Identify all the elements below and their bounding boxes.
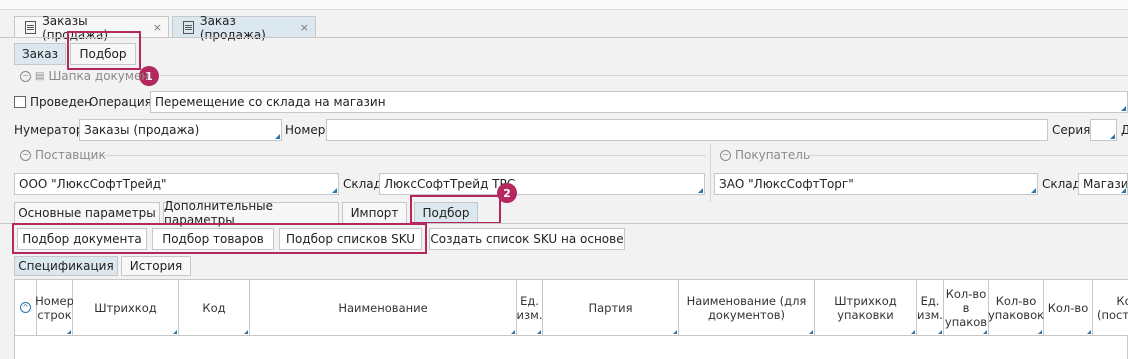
column-header-label: Кол-во (поставлено) <box>1097 293 1128 322</box>
header-group-label: Шапка докумен <box>48 69 150 83</box>
callout-frame-3 <box>12 223 427 254</box>
tab-order[interactable]: Заказ <box>14 43 66 65</box>
column-header-label: Партия <box>588 300 633 315</box>
supplier-warehouse-value: ЛюксСофтТрейд ТРС <box>384 177 516 191</box>
supplier-warehouse-field[interactable]: ЛюксСофтТрейд ТРС <box>379 173 705 195</box>
callout-badge-2: 2 <box>497 183 517 203</box>
callout-frame-2 <box>410 195 501 224</box>
column-header-label: Наименование <box>338 300 428 315</box>
operation-value: Перемещение со склада на магазин <box>155 95 386 109</box>
number-label: Номер <box>285 123 326 137</box>
buyer-warehouse-field[interactable]: Магазин <box>1078 173 1128 195</box>
column-header[interactable]: Ед. изм. <box>517 280 543 335</box>
list-icon <box>25 21 37 34</box>
column-header[interactable]: Код <box>179 280 250 335</box>
supplier-group-line <box>103 155 706 156</box>
tab-main-params-label: Основные параметры <box>18 206 156 220</box>
operation-field[interactable]: Перемещение со склада на магазин <box>150 91 1128 113</box>
column-header[interactable]: Номер строк <box>35 280 74 335</box>
expand-icon: ^ <box>20 302 31 313</box>
column-header[interactable]: Штрихкод <box>73 280 179 335</box>
numerator-field[interactable]: Заказы (продажа) <box>79 119 282 141</box>
column-header-label: Штрихкод <box>94 300 157 315</box>
column-header-label: Номер строк <box>35 293 74 322</box>
buyer-group-title[interactable]: − Покупатель <box>720 148 810 162</box>
collapse-icon[interactable]: − <box>720 149 731 161</box>
column-header[interactable]: Наименование (для документов) <box>679 280 815 335</box>
column-header-label: Наименование (для документов) <box>686 293 807 322</box>
posted-label: Проведен <box>30 95 92 109</box>
list-icon <box>183 21 194 34</box>
column-header-label: Кол-во <box>1047 300 1089 315</box>
supplier-warehouse-label: Склад <box>343 177 382 191</box>
buyer-value: ЗАО "ЛюксСофтТорг" <box>719 177 854 191</box>
column-header[interactable]: Наименование <box>250 280 517 335</box>
tab-import[interactable]: Импорт <box>342 202 407 224</box>
column-header-label: Ед. изм. <box>516 293 543 322</box>
column-header[interactable]: Штрихкод упаковки <box>815 280 917 335</box>
header-group-title[interactable]: − ▤ Шапка докумен <box>20 69 149 83</box>
posted-checkbox[interactable] <box>14 96 26 108</box>
collapse-icon[interactable]: − <box>20 149 31 161</box>
tab-specification[interactable]: Спецификация <box>14 256 118 276</box>
number-field[interactable] <box>326 119 1048 141</box>
create-sku-list-button[interactable]: Создать список SKU на основе <box>429 228 625 250</box>
groups-divider <box>710 144 711 202</box>
collapse-icon[interactable]: − <box>20 70 31 82</box>
header-group-line <box>160 75 1128 76</box>
operation-label: Операция <box>89 95 152 109</box>
series-label: Серия <box>1052 123 1091 137</box>
specification-table[interactable]: ^ Номер строк Штрихкод Код Наименование … <box>14 279 1128 359</box>
column-header-label: Кол-во упаковок <box>987 293 1045 322</box>
column-header[interactable]: Ед. изм. <box>917 280 944 335</box>
column-header[interactable]: Кол-во <box>1044 280 1093 335</box>
tab-specification-label: Спецификация <box>18 259 114 273</box>
expand-all-button[interactable]: ^ <box>15 280 37 335</box>
series-field[interactable] <box>1090 119 1117 141</box>
column-header-label: Штрихкод упаковки <box>834 293 897 322</box>
buyer-warehouse-value: Магазин <box>1083 177 1128 191</box>
table-header-divider <box>15 335 1128 336</box>
close-icon[interactable]: × <box>153 21 162 34</box>
tab-import-label: Импорт <box>350 206 399 220</box>
tab-main-params[interactable]: Основные параметры <box>14 202 160 224</box>
buyer-group-label: Покупатель <box>735 148 811 162</box>
column-header-label: Код <box>202 300 226 315</box>
column-header-label: Кол-во в упаков <box>944 286 988 329</box>
doc-tabs-divider <box>0 37 1128 38</box>
doc-tab-order[interactable]: Заказ (продажа) × <box>172 14 316 42</box>
create-sku-list-label: Создать список SKU на основе <box>430 232 624 246</box>
buyer-warehouse-label: Склад <box>1042 177 1081 191</box>
supplier-field[interactable]: ООО "ЛюксСофтТрейд" <box>14 173 339 195</box>
buyer-group-line <box>805 155 1128 156</box>
column-header-label: Ед. изм. <box>917 293 943 322</box>
column-header[interactable]: Кол-во в упаков <box>944 280 989 335</box>
document-icon: ▤ <box>35 70 45 82</box>
window-top-strip <box>0 0 1128 10</box>
column-header[interactable]: Кол-во (поставлено) <box>1093 280 1128 335</box>
callout-frame-1 <box>67 31 141 70</box>
buyer-field[interactable]: ЗАО "ЛюксСофтТорг" <box>714 173 1038 195</box>
column-header[interactable]: Партия <box>543 280 679 335</box>
tab-additional-params[interactable]: Дополнительные параметры <box>163 199 339 227</box>
numerator-label: Нумератор <box>14 123 84 137</box>
close-icon[interactable]: × <box>300 21 309 34</box>
tab-order-label: Заказ <box>21 47 59 61</box>
supplier-group-title[interactable]: − Поставщик <box>20 148 106 162</box>
tab-history-label: История <box>129 259 183 273</box>
supplier-value: ООО "ЛюксСофтТрейд" <box>19 177 167 191</box>
numerator-value: Заказы (продажа) <box>84 123 200 137</box>
column-header[interactable]: Кол-во упаковок <box>987 280 1045 335</box>
supplier-group-label: Поставщик <box>35 148 106 162</box>
tab-history[interactable]: История <box>121 256 191 276</box>
date-label: Д <box>1121 123 1128 137</box>
